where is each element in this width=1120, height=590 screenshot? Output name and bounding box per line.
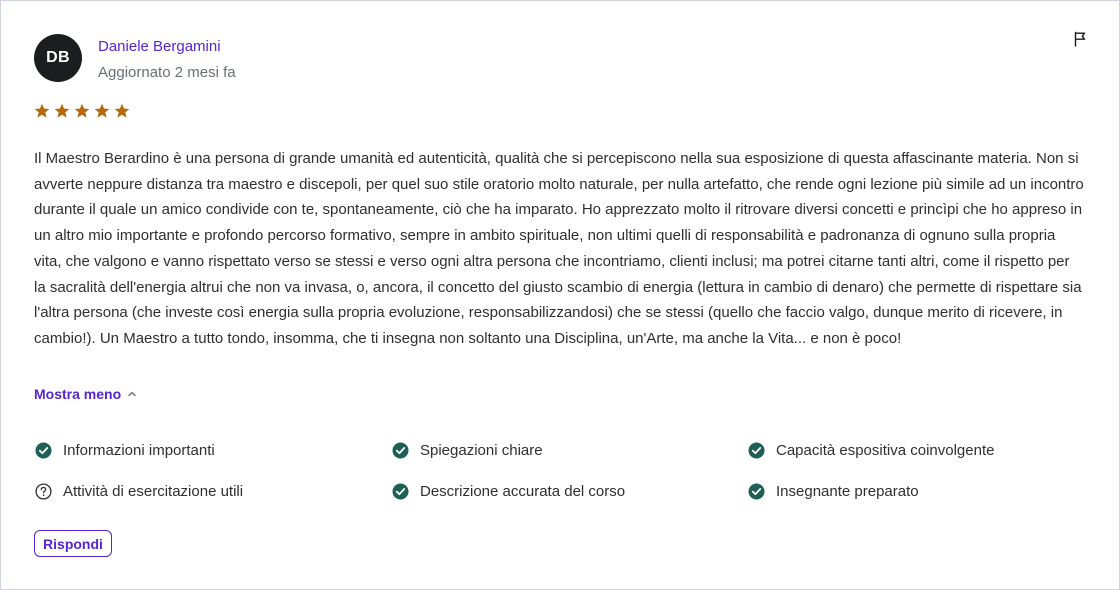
attribute-label: Attività di esercitazione utili	[63, 483, 244, 500]
check-circle-icon	[748, 442, 765, 459]
avatar: DB	[34, 34, 82, 82]
attribute-label: Spiegazioni chiare	[420, 442, 543, 459]
attribute-item: Attività di esercitazione utili	[35, 483, 243, 500]
review-date: Aggiornato 2 mesi fa	[98, 64, 236, 81]
attribute-label: Descrizione accurata del corso	[420, 483, 626, 500]
star-icon	[114, 103, 130, 118]
attribute-label: Capacità espositiva coinvolgente	[776, 442, 995, 459]
attribute-item: Descrizione accurata del corso	[392, 483, 625, 500]
reply-button[interactable]: Rispondi	[34, 530, 112, 557]
check-circle-icon	[35, 442, 52, 459]
check-circle-icon	[392, 483, 409, 500]
star-icon	[34, 103, 50, 118]
review-card: DB Daniele Bergamini Aggiornato 2 mesi f…	[0, 0, 1120, 590]
show-less-label: Mostra meno	[34, 386, 122, 402]
flag-icon[interactable]	[1073, 31, 1087, 47]
reviewer-name[interactable]: Daniele Bergamini	[98, 38, 221, 55]
show-less-button[interactable]: Mostra meno	[34, 386, 137, 402]
star-rating	[34, 103, 130, 119]
attribute-item: Insegnante preparato	[748, 483, 919, 500]
question-circle-icon	[35, 483, 52, 500]
attribute-item: Informazioni importanti	[35, 442, 215, 459]
review-text: Il Maestro Berardino è una persona di gr…	[34, 150, 1084, 347]
chevron-up-icon	[128, 391, 136, 397]
check-circle-icon	[392, 442, 409, 459]
star-icon	[54, 103, 70, 118]
attribute-label: Informazioni importanti	[63, 442, 215, 459]
star-icon	[74, 103, 90, 118]
avatar-initials: DB	[46, 49, 70, 66]
star-icon	[94, 103, 110, 118]
attribute-label: Insegnante preparato	[776, 483, 919, 500]
check-circle-icon	[748, 483, 765, 500]
attribute-item: Spiegazioni chiare	[392, 442, 543, 459]
attribute-item: Capacità espositiva coinvolgente	[748, 442, 994, 459]
